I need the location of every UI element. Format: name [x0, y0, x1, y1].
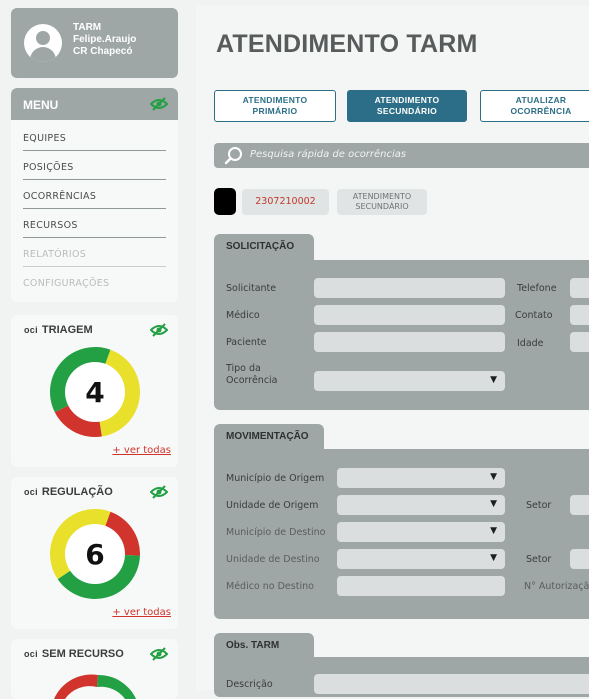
section-solicitacao: Solicitante Telefone Médico Contato Paci… — [214, 260, 589, 410]
search-bar[interactable]: Pesquisa rápida de ocorrências — [214, 143, 589, 168]
donut-gauge: 4 — [50, 347, 141, 437]
donut-gauge: 6 — [50, 509, 140, 599]
menu-item-configuracoes[interactable]: CONFIGURAÇÕES — [23, 278, 166, 295]
tab-atualizar-ocorrencia[interactable]: ATUALIZAR OCORRÊNCIA — [480, 90, 589, 122]
label-unidade-destino: Unidade de Destino — [226, 554, 320, 565]
eye-hidden-icon[interactable] — [150, 323, 168, 337]
chevron-down-icon: ▼ — [490, 526, 497, 536]
gauge-title: oci TRIAGEM — [24, 324, 93, 336]
user-role: TARM — [73, 22, 102, 33]
menu-header: MENU — [11, 88, 178, 120]
user-avatar-icon — [24, 24, 62, 62]
user-card[interactable]: TARM Felipe.Araujo CR Chapecó — [11, 8, 178, 78]
medico-destino-input[interactable] — [337, 576, 505, 596]
chevron-down-icon: ▼ — [490, 553, 497, 563]
label-municipio-origem: Município de Origem — [226, 473, 325, 484]
municipio-origem-select[interactable]: ▼ — [337, 468, 505, 488]
label-unidade-origem: Unidade de Origem — [226, 500, 319, 511]
tab-atendimento-primario[interactable]: ATENDIMENTO PRIMÁRIO — [214, 90, 336, 122]
label-idade: Idade — [517, 338, 544, 349]
label-tipo-ocorrencia: Tipo da Ocorrência — [226, 363, 278, 386]
see-all-link[interactable]: + ver todas — [112, 445, 171, 456]
paciente-input[interactable] — [314, 332, 505, 352]
section-movimentacao: Município de Origem ▼ Unidade de Origem … — [214, 449, 589, 619]
descricao-input[interactable] — [314, 674, 589, 694]
label-autorizacao: N° Autorização — [524, 581, 589, 592]
menu-title: MENU — [23, 98, 59, 112]
menu-item-relatorios[interactable]: RELATÓRIOS — [23, 249, 166, 267]
gauge-card-triagem: oci TRIAGEM 4 + ver todas — [11, 315, 178, 467]
unidade-destino-select[interactable]: ▼ — [337, 549, 505, 569]
gauge-card-regulacao: oci REGULAÇÃO 6 + ver todas — [11, 477, 178, 629]
label-medico-destino: Médico no Destino — [226, 581, 314, 592]
label-telefone: Telefone — [517, 283, 557, 294]
label-municipio-destino: Município de Destino — [226, 527, 326, 538]
eye-hidden-icon[interactable] — [150, 485, 168, 499]
label-setor-origem: Setor — [526, 500, 552, 511]
telefone-input[interactable] — [570, 278, 589, 298]
occurrence-type-badge: ATENDIMENTO SECUNDÁRIO — [337, 189, 427, 215]
tipo-ocorrencia-select[interactable]: ▼ — [314, 371, 505, 391]
user-info: TARM Felipe.Araujo CR Chapecó — [73, 22, 136, 58]
chevron-down-icon: ▼ — [490, 472, 497, 482]
label-contato: Contato — [515, 310, 553, 321]
page-title: ATENDIMENTO TARM — [216, 30, 478, 58]
menu-item-posicoes[interactable]: POSIÇÕES — [23, 162, 166, 180]
section-obs: Descrição — [214, 657, 589, 697]
eye-hidden-icon[interactable] — [150, 647, 168, 661]
label-solicitante: Solicitante — [226, 283, 277, 294]
unidade-origem-select[interactable]: ▼ — [337, 495, 505, 515]
menu-panel: MENU EQUIPES POSIÇÕES OCORRÊNCIAS RECURS… — [11, 88, 178, 302]
gauge-count: 6 — [85, 538, 104, 571]
gauge-title: oci SEM RECURSO — [24, 648, 124, 660]
gauge-title: oci REGULAÇÃO — [24, 486, 113, 498]
menu-item-ocorrencias[interactable]: OCORRÊNCIAS — [23, 191, 166, 209]
section-solicitacao-tab: SOLICITAÇÃO — [214, 234, 314, 262]
label-paciente: Paciente — [226, 337, 267, 348]
occurrence-number[interactable]: 2307210002 — [242, 189, 329, 215]
contato-input[interactable] — [570, 305, 589, 325]
idade-input[interactable] — [570, 332, 589, 352]
menu-item-equipes[interactable]: EQUIPES — [23, 133, 166, 151]
chevron-down-icon: ▼ — [490, 499, 497, 509]
sidebar: TARM Felipe.Araujo CR Chapecó MENU EQUIP… — [0, 0, 190, 699]
label-setor-destino: Setor — [526, 554, 552, 565]
chevron-down-icon: ▼ — [490, 375, 497, 385]
search-icon — [224, 147, 242, 165]
solicitante-input[interactable] — [314, 278, 505, 298]
setor-origem-input[interactable] — [570, 495, 589, 515]
section-movimentacao-tab: MOVIMENTAÇÃO — [214, 424, 324, 452]
see-all-link[interactable]: + ver todas — [112, 607, 171, 618]
medico-input[interactable] — [314, 305, 505, 325]
search-input[interactable]: Pesquisa rápida de ocorrências — [250, 149, 406, 160]
tab-atendimento-secundario[interactable]: ATENDIMENTO SECUNDÁRIO — [347, 90, 467, 122]
eye-hidden-icon[interactable] — [150, 97, 168, 111]
donut-gauge-partial — [54, 674, 136, 699]
menu-item-recursos[interactable]: RECURSOS — [23, 220, 166, 238]
user-name: Felipe.Araujo — [73, 34, 137, 45]
municipio-destino-select[interactable]: ▼ — [337, 522, 505, 542]
gauge-card-sem-recurso: oci SEM RECURSO — [11, 639, 178, 699]
label-medico: Médico — [226, 310, 260, 321]
redacted-badge — [214, 188, 236, 215]
gauge-count: 4 — [85, 376, 104, 409]
setor-destino-input[interactable] — [570, 549, 589, 569]
label-descricao: Descrição — [226, 679, 273, 690]
main-panel: ATENDIMENTO TARM ATENDIMENTO PRIMÁRIO ATE… — [196, 6, 589, 697]
user-unit: CR Chapecó — [73, 46, 133, 57]
